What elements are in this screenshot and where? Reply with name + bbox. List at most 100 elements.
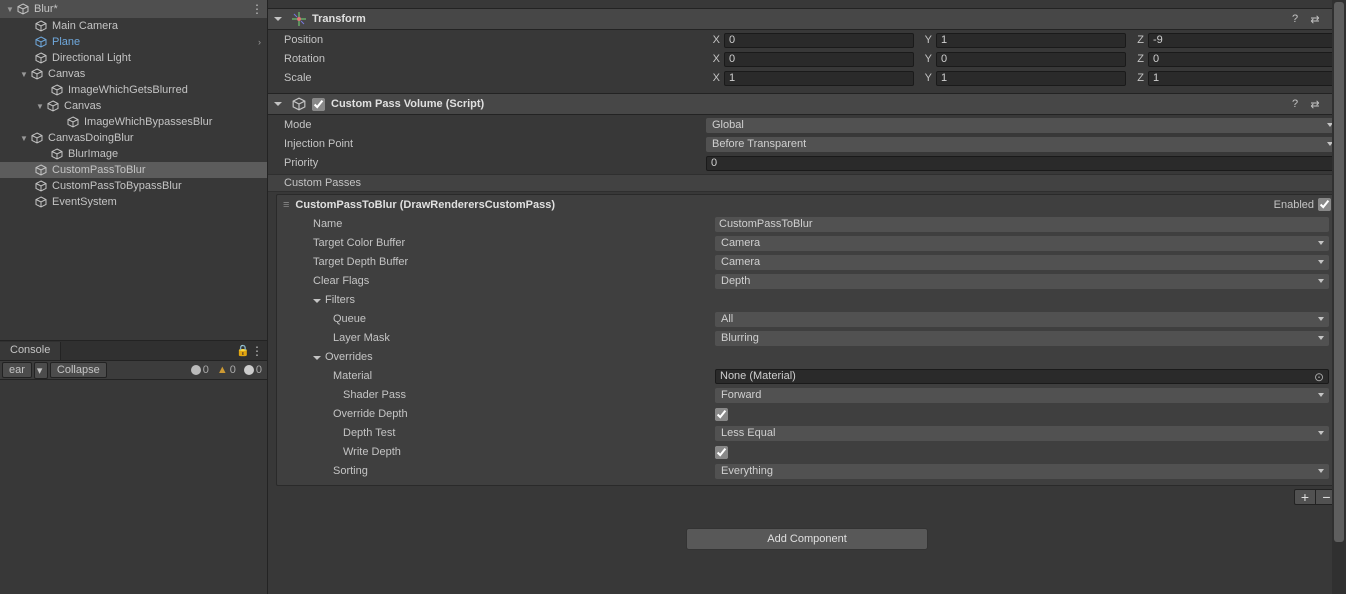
target-depth-buffer-label: Target Depth Buffer <box>285 256 715 268</box>
chevron-right-icon: › <box>258 37 261 47</box>
preset-icon[interactable]: ⇄ <box>1308 12 1322 26</box>
hierarchy-item-label: BlurImage <box>68 148 118 160</box>
help-icon[interactable]: ? <box>1288 97 1302 111</box>
target-color-buffer-label: Target Color Buffer <box>285 237 715 249</box>
material-label: Material <box>285 370 715 382</box>
pass-title-label: CustomPassToBlur (DrawRenderersCustomPas… <box>295 199 555 211</box>
gameobject-icon <box>46 99 60 113</box>
position-y-input[interactable] <box>936 33 1126 48</box>
hierarchy-item[interactable]: ImageWhichBypassesBlur <box>0 114 267 130</box>
warning-count[interactable]: ▲0 <box>214 364 239 376</box>
target-color-buffer-dropdown[interactable]: Camera <box>715 236 1329 251</box>
foldout-icon[interactable]: ▼ <box>18 68 30 80</box>
foldout-icon[interactable]: ▼ <box>18 132 30 144</box>
collapse-button[interactable]: Collapse <box>50 362 107 378</box>
add-component-button[interactable]: Add Component <box>686 528 928 550</box>
queue-label: Queue <box>285 313 715 325</box>
hierarchy-item[interactable]: ▼CanvasDoingBlur <box>0 130 267 146</box>
overrides-foldout[interactable]: Overrides <box>285 351 715 363</box>
material-object-field[interactable]: None (Material) <box>715 369 1329 384</box>
lock-icon[interactable]: 🔒 <box>237 345 249 357</box>
foldout-icon <box>313 356 321 360</box>
hierarchy-item[interactable]: CustomPassToBypassBlur <box>0 178 267 194</box>
depth-test-dropdown[interactable]: Less Equal <box>715 426 1329 441</box>
shader-pass-dropdown[interactable]: Forward <box>715 388 1329 403</box>
filters-foldout[interactable]: Filters <box>285 294 715 306</box>
hierarchy-item-label: Plane <box>52 36 80 48</box>
hierarchy-item[interactable]: Main Camera <box>0 18 267 34</box>
mode-label: Mode <box>276 119 706 131</box>
console-tabbar: Console 🔒 <box>0 340 267 360</box>
hierarchy-item-label: EventSystem <box>52 196 117 208</box>
scene-menu-icon[interactable] <box>250 2 264 16</box>
clear-dropdown[interactable]: ▾ <box>34 362 48 379</box>
rotation-z-input[interactable] <box>1148 52 1338 67</box>
help-icon[interactable]: ? <box>1288 12 1302 26</box>
foldout-icon[interactable] <box>274 102 282 106</box>
hierarchy-item[interactable]: ▼Canvas <box>0 66 267 82</box>
scrollbar-thumb[interactable] <box>1334 2 1344 542</box>
scale-x-input[interactable] <box>724 71 914 86</box>
scale-z-input[interactable] <box>1148 71 1338 86</box>
error-count[interactable]: 0 <box>241 364 265 376</box>
y-label: Y <box>918 34 932 46</box>
hierarchy-item[interactable]: ImageWhichGetsBlurred <box>0 82 267 98</box>
transform-header[interactable]: Transform ? ⇄ <box>268 8 1346 30</box>
hierarchy-item-selected[interactable]: CustomPassToBlur <box>0 162 267 178</box>
component-enabled-checkbox[interactable] <box>312 98 325 111</box>
transform-icon <box>292 12 306 26</box>
rotation-y-input[interactable] <box>936 52 1126 67</box>
add-pass-button[interactable]: + <box>1294 489 1316 505</box>
foldout-icon[interactable]: ▼ <box>34 100 46 112</box>
custompass-header[interactable]: Custom Pass Volume (Script) ? ⇄ <box>268 93 1346 115</box>
gameobject-icon <box>30 131 44 145</box>
inspector: Transform ? ⇄ PositionXYZ RotationXYZ Sc… <box>268 0 1346 594</box>
info-count[interactable]: 0 <box>188 364 212 376</box>
rotation-x-input[interactable] <box>724 52 914 67</box>
hierarchy-item-label: Canvas <box>64 100 101 112</box>
clear-flags-dropdown[interactable]: Depth <box>715 274 1329 289</box>
position-label: Position <box>276 34 706 46</box>
shader-pass-label: Shader Pass <box>285 389 715 401</box>
pass-name-input[interactable] <box>715 217 1329 232</box>
write-depth-checkbox[interactable] <box>715 446 728 459</box>
foldout-icon[interactable]: ▼ <box>4 3 16 15</box>
position-x-input[interactable] <box>724 33 914 48</box>
gameobject-icon <box>34 163 48 177</box>
hierarchy-item[interactable]: EventSystem <box>0 194 267 210</box>
pane-menu-icon[interactable] <box>251 344 263 358</box>
hierarchy-item-label: Directional Light <box>52 52 131 64</box>
preset-icon[interactable]: ⇄ <box>1308 97 1322 111</box>
pass-header[interactable]: ≡ CustomPassToBlur (DrawRenderersCustomP… <box>277 195 1337 214</box>
layer-mask-dropdown[interactable]: Blurring <box>715 331 1329 346</box>
hierarchy-item[interactable]: BlurImage <box>0 146 267 162</box>
hierarchy-item-label: CustomPassToBypassBlur <box>52 180 182 192</box>
foldout-icon[interactable] <box>274 17 282 21</box>
mode-dropdown[interactable]: Global <box>706 118 1338 133</box>
priority-label: Priority <box>276 157 706 169</box>
sorting-dropdown[interactable]: Everything <box>715 464 1329 479</box>
hierarchy-item[interactable]: Plane › <box>0 34 267 50</box>
gameobject-icon <box>66 115 80 129</box>
tab-console[interactable]: Console <box>0 342 61 360</box>
inspector-scrollbar[interactable] <box>1332 0 1346 594</box>
clear-button[interactable]: ear <box>2 362 32 378</box>
scale-y-input[interactable] <box>936 71 1126 86</box>
injection-dropdown[interactable]: Before Transparent <box>706 137 1338 152</box>
drag-handle-icon[interactable]: ≡ <box>283 199 289 211</box>
target-depth-buffer-dropdown[interactable]: Camera <box>715 255 1329 270</box>
priority-input[interactable] <box>706 156 1338 171</box>
override-depth-checkbox[interactable] <box>715 408 728 421</box>
queue-dropdown[interactable]: All <box>715 312 1329 327</box>
gameobject-icon <box>50 147 64 161</box>
scene-name: Blur* <box>34 3 58 15</box>
error-icon <box>244 365 254 375</box>
pass-enabled-checkbox[interactable] <box>1318 198 1331 211</box>
hierarchy-item[interactable]: Directional Light <box>0 50 267 66</box>
write-depth-label: Write Depth <box>285 446 715 458</box>
position-z-input[interactable] <box>1148 33 1338 48</box>
scene-row[interactable]: ▼ Blur* <box>0 0 267 18</box>
component-title: Transform <box>312 13 366 25</box>
console-body <box>0 380 267 594</box>
hierarchy-item[interactable]: ▼ Canvas <box>0 98 267 114</box>
